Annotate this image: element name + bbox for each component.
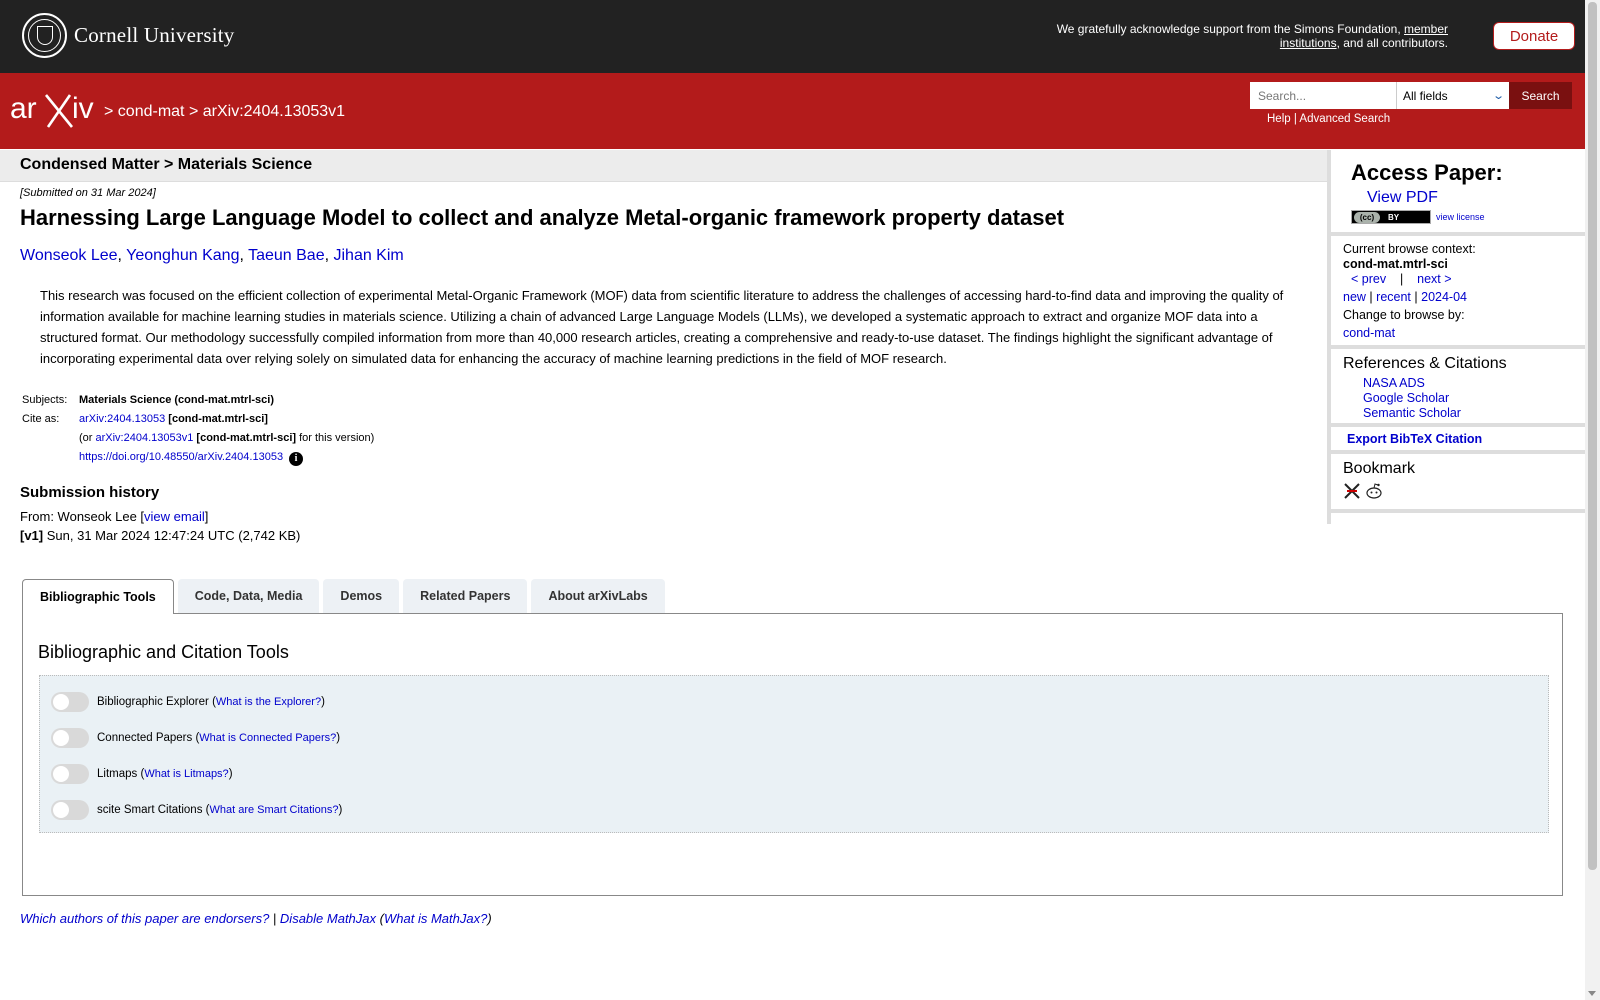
cite-label: Cite as:: [22, 413, 60, 425]
cornell-seal-icon: [22, 13, 67, 58]
page-title: Harnessing Large Language Model to colle…: [20, 205, 1065, 230]
crumb-arxiv-id: arXiv:2404.13053v1: [202, 103, 346, 120]
scrollbar[interactable]: [1585, 0, 1600, 1000]
advanced-search-link[interactable]: Advanced Search: [1299, 113, 1390, 125]
support-acknowledgement: We gratefully acknowledge support from t…: [1056, 22, 1448, 50]
cite-id-link[interactable]: arXiv:2404.13053: [79, 413, 165, 425]
search-help-links: Help | Advanced Search: [1267, 113, 1391, 125]
submission-version: [v1] Sun, 31 Mar 2024 12:47:24 UTC (2,74…: [20, 528, 301, 543]
browse-context-value: cond-mat.mtrl-sci: [1343, 257, 1448, 271]
access-paper-heading: Access Paper:: [1351, 160, 1503, 185]
cornell-logo[interactable]: Cornell University: [22, 13, 235, 58]
semantic-scholar-link[interactable]: Semantic Scholar: [1363, 406, 1461, 420]
donate-button[interactable]: Donate: [1493, 22, 1575, 50]
bibliographic-explorer-toggle[interactable]: [51, 692, 89, 712]
new-link[interactable]: new: [1343, 290, 1366, 304]
view-pdf-link[interactable]: View PDF: [1367, 189, 1585, 207]
next-link[interactable]: next >: [1417, 272, 1451, 286]
subjects-label: Subjects:: [22, 394, 68, 406]
tool-row: scite Smart Citations (What are Smart Ci…: [51, 800, 342, 820]
submission-from: From: Wonseok Lee [view email]: [20, 509, 209, 524]
tab-panel: Bibliographic and Citation Tools Bibliog…: [22, 613, 1563, 896]
author-list: Wonseok Lee, Yeonghun Kang, Taeun Bae, J…: [20, 247, 404, 264]
scite-toggle[interactable]: [51, 800, 89, 820]
recent-link[interactable]: recent: [1376, 290, 1411, 304]
reddit-icon[interactable]: [1365, 482, 1383, 500]
google-scholar-link[interactable]: Google Scholar: [1363, 391, 1449, 405]
subjects-value: Materials Science (cond-mat.mtrl-sci): [79, 394, 275, 406]
nasa-ads-link[interactable]: NASA ADS: [1363, 376, 1425, 390]
arxiv-header: ar iv > cond-mat > arXiv:2404.13053v1 Al…: [0, 73, 1585, 149]
tab-about-arxivlabs[interactable]: About arXivLabs: [531, 579, 665, 613]
export-section: Export BibTeX Citation: [1331, 427, 1585, 454]
browse-context-section: Current browse context: cond-mat.mtrl-sc…: [1331, 236, 1585, 349]
labs-tabs: Bibliographic Tools Code, Data, Media De…: [22, 579, 669, 614]
what-is-explorer-link[interactable]: What is the Explorer?: [216, 696, 321, 708]
bookmark-section: Bookmark: [1331, 454, 1585, 513]
search-field-select[interactable]: All fields ⌄: [1396, 82, 1509, 109]
change-browse-label: Change to browse by:: [1343, 308, 1465, 322]
bibsonomy-icon[interactable]: [1343, 482, 1361, 500]
search-button[interactable]: Search: [1509, 82, 1572, 109]
disable-mathjax-link[interactable]: Disable MathJax: [280, 911, 376, 926]
breadcrumb: > cond-mat > arXiv:2404.13053v1: [104, 103, 346, 120]
abstract: This research was focused on the efficie…: [40, 288, 1284, 366]
panel-heading: Bibliographic and Citation Tools: [38, 642, 289, 662]
litmaps-toggle[interactable]: [51, 764, 89, 784]
chevron-down-icon: ⌄: [1491, 90, 1505, 102]
help-link[interactable]: Help: [1267, 113, 1291, 125]
tool-row: Litmaps (What is Litmaps?): [51, 764, 233, 784]
search-form: All fields ⌄ Search: [1250, 82, 1572, 109]
what-is-litmaps-link[interactable]: What is Litmaps?: [144, 768, 228, 780]
cornell-header: Cornell University We gratefully acknowl…: [0, 0, 1585, 73]
metadata-table: Subjects: Materials Science (cond-mat.mt…: [22, 394, 375, 466]
cite-category: [cond-mat.mtrl-sci]: [168, 413, 268, 425]
access-paper-section: Access Paper: View PDF (cc) BY view lice…: [1331, 150, 1585, 236]
submission-history-heading: Submission history: [20, 484, 160, 501]
month-link[interactable]: 2024-04: [1421, 290, 1467, 304]
info-icon[interactable]: i: [289, 452, 304, 466]
tab-bibliographic-tools[interactable]: Bibliographic Tools: [22, 579, 174, 614]
footer-links: Which authors of this paper are endorser…: [20, 911, 492, 926]
tab-demos[interactable]: Demos: [323, 579, 400, 613]
right-sidebar: Access Paper: View PDF (cc) BY view lice…: [1327, 150, 1585, 524]
author-link[interactable]: Yeonghun Kang: [126, 247, 239, 264]
version-label: [v1]: [20, 528, 44, 543]
svg-text:iv: iv: [72, 92, 94, 125]
prev-link[interactable]: < prev: [1351, 272, 1386, 286]
endorsers-link[interactable]: Which authors of this paper are endorser…: [20, 911, 269, 926]
svg-text:ar: ar: [10, 92, 37, 125]
cornell-name: Cornell University: [74, 23, 235, 47]
tool-row: Connected Papers (What is Connected Pape…: [51, 728, 340, 748]
subject-header: Condensed Matter > Materials Science: [0, 150, 1327, 182]
export-bibtex-link[interactable]: Export BibTeX Citation: [1347, 432, 1482, 446]
author-link[interactable]: Jihan Kim: [333, 247, 403, 264]
tool-toggles: Bibliographic Explorer (What is the Expl…: [39, 675, 1549, 833]
search-input[interactable]: [1250, 82, 1396, 109]
references-section: References & Citations NASA ADS Google S…: [1331, 349, 1585, 427]
connected-papers-toggle[interactable]: [51, 728, 89, 748]
bookmark-heading: Bookmark: [1343, 460, 1416, 477]
cc-by-license-icon[interactable]: (cc) BY: [1351, 210, 1431, 224]
view-license-link[interactable]: view license: [1436, 212, 1485, 222]
what-are-smart-citations-link[interactable]: What are Smart Citations?: [209, 804, 338, 816]
browse-context-label: Current browse context:: [1343, 242, 1476, 256]
change-browse-link[interactable]: cond-mat: [1343, 326, 1395, 340]
scroll-down-arrow-icon[interactable]: [1588, 991, 1596, 996]
cite-version-link[interactable]: arXiv:2404.13053v1: [96, 432, 194, 444]
author-link[interactable]: Wonseok Lee: [20, 247, 118, 264]
what-is-connected-papers-link[interactable]: What is Connected Papers?: [199, 732, 336, 744]
view-email-link[interactable]: view email: [144, 509, 205, 524]
tab-code-data-media[interactable]: Code, Data, Media: [177, 579, 320, 613]
references-heading: References & Citations: [1343, 355, 1507, 372]
submission-date: [Submitted on 31 Mar 2024]: [20, 187, 156, 199]
arxiv-logo-icon[interactable]: ar iv: [10, 91, 100, 131]
crumb-cond-mat[interactable]: cond-mat: [118, 103, 185, 120]
tab-related-papers[interactable]: Related Papers: [403, 579, 528, 613]
what-is-mathjax-link[interactable]: What is MathJax?: [384, 911, 487, 926]
tool-row: Bibliographic Explorer (What is the Expl…: [51, 692, 325, 712]
doi-link[interactable]: https://doi.org/10.48550/arXiv.2404.1305…: [79, 451, 283, 463]
scroll-thumb[interactable]: [1588, 2, 1597, 870]
author-link[interactable]: Taeun Bae: [248, 247, 325, 264]
